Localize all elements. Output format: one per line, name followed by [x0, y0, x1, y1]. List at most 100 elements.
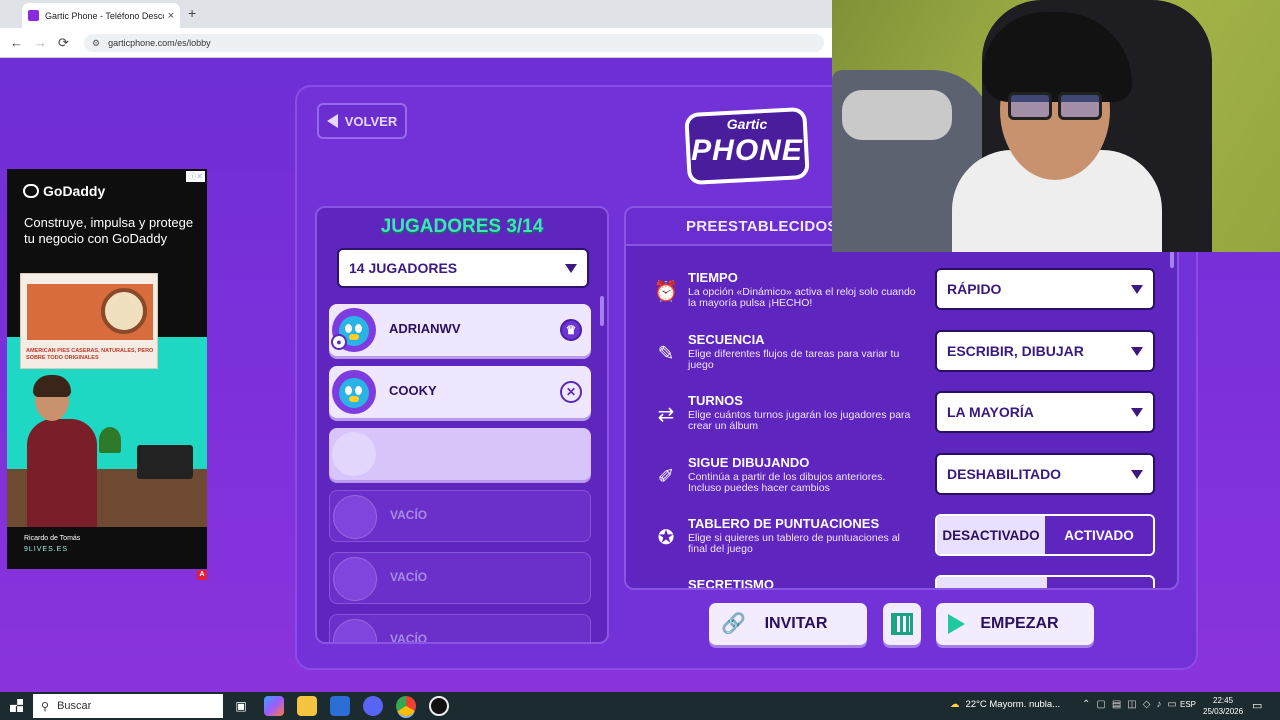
browser-tab[interactable]: Gartic Phone - Teléfono Descon × — [22, 3, 180, 28]
avatar-placeholder — [333, 619, 377, 642]
player-slot-empty: VACÍO — [329, 552, 591, 604]
setting-name: SIGUE DIBUJANDO — [688, 455, 810, 470]
clock-date: 25/03/2026 — [1203, 707, 1244, 716]
empty-slot-label: VACÍO — [390, 570, 428, 584]
avatar-eye — [345, 386, 352, 395]
store-icon[interactable] — [330, 696, 350, 716]
taskbar-search[interactable]: ⚲ Buscar — [33, 694, 223, 718]
chevron-down-icon — [1131, 346, 1143, 356]
turns-icon: ⇄ — [657, 404, 675, 426]
setting-name: TIEMPO — [688, 270, 738, 285]
link-icon: 🔗 — [721, 613, 746, 635]
system-tray-icons[interactable]: ⌃▢▤◫◇♪▭ — [1082, 699, 1183, 710]
start-button[interactable]: EMPEZAR — [936, 603, 1094, 645]
play-icon — [948, 614, 965, 634]
player-slot-loading — [329, 428, 591, 480]
setting-row-keep-drawing: ✐ SIGUE DIBUJANDO Continúa a partir de l… — [626, 453, 1177, 509]
qr-code-icon — [891, 613, 913, 635]
settings-panel: PREESTABLECIDOS ⏰ TIEMPO La opción «Diná… — [624, 206, 1179, 590]
back-nav-icon[interactable]: ← — [10, 35, 23, 50]
avatar-face — [339, 378, 369, 408]
weather-widget[interactable]: ☁ 22°C Mayorm. nubla... — [950, 699, 1060, 710]
settings-scrollbar[interactable] — [1170, 250, 1174, 268]
player-name: ADRIANWV — [389, 321, 461, 336]
toggle-on-option[interactable]: ACTIVADO — [1045, 516, 1153, 554]
ad-choices-icon[interactable]: ⓘ✕ — [186, 171, 205, 182]
system-clock[interactable]: 22:45 25/03/2026 — [1203, 695, 1243, 717]
notification-icon[interactable]: ▭ — [1252, 699, 1262, 712]
ad-brand-logo: GoDaddy — [23, 183, 105, 199]
copilot-icon[interactable] — [264, 696, 284, 716]
tab-close-icon[interactable]: × — [168, 10, 174, 22]
crown-icon[interactable]: ♛ — [560, 319, 582, 341]
invite-button[interactable]: 🔗 INVITAR — [709, 603, 867, 645]
secrecy-toggle[interactable] — [935, 575, 1155, 588]
forward-nav-icon[interactable]: → — [34, 35, 47, 50]
setting-name: SECRETISMO — [688, 577, 774, 590]
qr-code-button[interactable] — [883, 603, 921, 645]
back-button-label: VOLVER — [344, 113, 398, 129]
url-field[interactable]: ⚙ garticphone.com/es/lobby — [84, 34, 824, 52]
new-tab-button[interactable]: + — [188, 5, 196, 21]
avatar-eye — [355, 386, 362, 395]
setting-description: Elige si quieres un tablero de puntuacio… — [688, 532, 900, 555]
players-scrollbar[interactable] — [600, 296, 604, 326]
logo-main-text: PHONE — [691, 134, 803, 167]
back-button[interactable]: VOLVER — [317, 103, 407, 139]
toggle-off-option[interactable]: DESACTIVADO — [937, 516, 1045, 554]
url-text: garticphone.com/es/lobby — [108, 38, 211, 48]
setting-name: TABLERO DE PUNTUACIONES — [688, 516, 880, 531]
language-indicator[interactable]: ESP — [1180, 700, 1196, 709]
webcam-glasses-lens — [1008, 92, 1052, 120]
setting-name: TURNOS — [688, 393, 743, 408]
keep-drawing-select[interactable]: DESHABILITADO — [935, 453, 1155, 495]
turns-select[interactable]: LA MAYORÍA — [935, 391, 1155, 433]
weather-icon: ☁ — [950, 699, 960, 710]
secrecy-toggle-option — [937, 577, 1047, 588]
ad-headline: Construye, impulsa y protege tu negocio … — [24, 215, 194, 246]
kick-player-icon[interactable]: ✕ — [560, 381, 582, 403]
task-view-icon[interactable]: ▣ — [231, 696, 251, 716]
chrome-icon[interactable] — [396, 696, 416, 716]
discord-icon[interactable] — [363, 696, 383, 716]
obs-icon[interactable] — [429, 696, 449, 716]
chevron-down-icon — [565, 263, 577, 273]
back-arrow-icon — [326, 114, 338, 128]
setting-row-sequence: ✎ SECUENCIA Elige diferentes flujos de t… — [626, 330, 1177, 386]
sequence-icon: ✎ — [657, 343, 675, 365]
player-slot: COOKY ✕ — [329, 366, 591, 418]
godaddy-logo-icon — [23, 184, 39, 198]
keep-drawing-icon: ✐ — [657, 466, 675, 488]
ad-badge: A — [197, 570, 207, 580]
gartic-favicon-icon — [28, 10, 39, 21]
player-count-select[interactable]: 14 JUGADORES — [337, 248, 589, 288]
setting-name: SECUENCIA — [688, 332, 765, 347]
time-select[interactable]: RÁPIDO — [935, 268, 1155, 310]
reload-icon[interactable]: ⟳ — [58, 35, 69, 51]
start-label: EMPEZAR — [980, 615, 1059, 632]
setting-description: Continúa a partir de los dibujos anterio… — [688, 471, 886, 494]
file-explorer-icon[interactable] — [297, 696, 317, 716]
turns-value: LA MAYORÍA — [947, 404, 1034, 420]
player-count-value: 14 JUGADORES — [349, 260, 458, 276]
ad-person-name: Ricardo de Tomás — [24, 535, 81, 542]
ad-plant — [99, 427, 121, 453]
time-value: RÁPIDO — [947, 281, 1002, 297]
sequence-select[interactable]: ESCRIBIR, DIBUJAR — [935, 330, 1155, 372]
secrecy-icon — [652, 585, 680, 588]
ad-brand-name: GoDaddy — [43, 183, 106, 199]
settings-title: PREESTABLECIDOS — [686, 218, 838, 235]
chevron-down-icon — [1131, 469, 1143, 479]
ad-laptop — [137, 445, 193, 479]
clock-time: 22:45 — [1213, 696, 1234, 705]
setting-row-secrecy: SECRETISMO — [626, 575, 1177, 590]
ad-card-text: AMERICAN PIES CASERAS, NATURALES, PERO S… — [26, 348, 154, 361]
webcam-overlay — [832, 0, 1280, 252]
chevron-down-icon — [1131, 407, 1143, 417]
scoreboard-toggle: DESACTIVADO ACTIVADO — [935, 514, 1155, 556]
ad-site: 9LIVES.ES — [24, 546, 69, 553]
ad-website-preview: AMERICAN PIES CASERAS, NATURALES, PERO S… — [20, 273, 158, 369]
advertisement[interactable]: GoDaddy ⓘ✕ Construye, impulsa y protege … — [7, 169, 207, 569]
windows-start-icon[interactable] — [10, 699, 23, 712]
site-info-icon[interactable]: ⚙ — [92, 38, 100, 49]
